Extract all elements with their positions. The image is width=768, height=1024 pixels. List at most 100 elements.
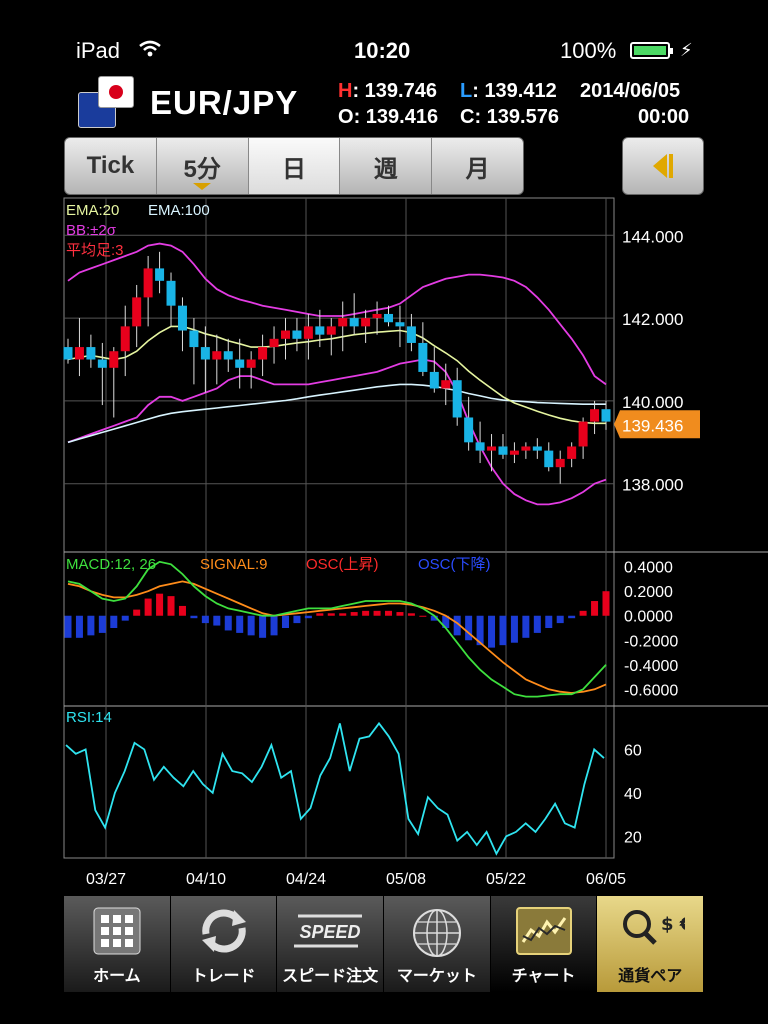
- candle-body: [189, 330, 199, 348]
- macd-osc-bar: [293, 615, 301, 624]
- candle-body: [521, 446, 531, 451]
- macd-osc-bar: [556, 615, 564, 624]
- candle-body: [406, 326, 416, 343]
- current-price-label: 139.436: [622, 416, 683, 435]
- macd-osc-bar: [533, 615, 541, 633]
- tab-day[interactable]: 日: [248, 138, 341, 194]
- candle-body: [338, 318, 348, 327]
- macd-osc-bar: [110, 615, 118, 628]
- candle-body: [132, 297, 142, 327]
- macd-osc-bar: [545, 615, 553, 628]
- macd-axis-label: -0.6000: [624, 682, 678, 699]
- candle-body: [143, 268, 153, 298]
- tab-5min[interactable]: 5分: [157, 138, 249, 194]
- panel-toggle-button[interactable]: [622, 137, 704, 195]
- candle-body: [349, 318, 359, 327]
- chart-area[interactable]: 144.000 142.000 140.000 138.000 139.436 EMA:2…: [0, 196, 768, 890]
- macd-osc-bar: [121, 615, 129, 621]
- tab-week[interactable]: 週: [340, 138, 433, 194]
- currency-icon: $ € ¥: [623, 910, 685, 945]
- macd-axis-label: -0.4000: [624, 658, 678, 675]
- date-axis-label: 03/27: [86, 871, 126, 888]
- home-grid-icon: [93, 907, 141, 955]
- globe-icon: [412, 909, 461, 957]
- tab-tick[interactable]: Tick: [65, 138, 157, 194]
- macd-osc-bar: [259, 615, 267, 638]
- candle-body: [280, 330, 290, 339]
- candle-body: [555, 458, 565, 468]
- battery-percent: 100%: [560, 38, 617, 63]
- currency-flag-icon: [78, 74, 134, 130]
- legend-heikin-ashi: 平均足:3: [66, 242, 124, 259]
- macd-osc-bar: [316, 613, 324, 616]
- date-axis-label: 05/22: [486, 871, 526, 888]
- candle-body: [487, 446, 497, 451]
- macd-osc-bar: [510, 615, 518, 643]
- candle-body: [315, 326, 325, 335]
- charging-icon: ⚡: [680, 40, 693, 60]
- macd-osc-bar: [350, 612, 358, 616]
- nav-trade[interactable]: トレード: [171, 896, 278, 992]
- candle-body: [86, 347, 96, 360]
- macd-osc-bar: [385, 610, 393, 616]
- candle-body: [223, 351, 233, 360]
- nav-home[interactable]: ホーム: [64, 896, 171, 992]
- macd-osc-bar: [167, 596, 175, 616]
- nav-currency-pair[interactable]: $ € ¥ 通貨ペア: [597, 896, 705, 992]
- svg-text:SPEED: SPEED: [300, 922, 361, 942]
- wifi-icon: [139, 40, 161, 57]
- macd-osc-bar: [465, 615, 473, 641]
- tab-month[interactable]: 月: [432, 138, 523, 194]
- legend-ema20: EMA:20: [66, 202, 119, 219]
- candle-body: [532, 446, 542, 451]
- macd-osc-bar: [64, 615, 72, 638]
- macd-osc-bar: [396, 612, 404, 616]
- nav-speed-order[interactable]: SPEED スピード注文: [277, 896, 385, 992]
- candle-body: [212, 351, 222, 360]
- candle-body: [177, 305, 187, 331]
- date-axis-label: 05/08: [386, 871, 426, 888]
- quote-high: H: 139.746: [338, 80, 437, 102]
- macd-osc-bar: [201, 615, 209, 624]
- legend-osc-up: OSC(上昇): [306, 556, 379, 573]
- ema100-line: [67, 383, 606, 444]
- bb-upper-line: [67, 242, 607, 386]
- macd-osc-bar: [190, 615, 198, 619]
- macd-osc-bar: [133, 609, 141, 616]
- bb-lower-line: [67, 358, 607, 506]
- trade-cycle-icon: [201, 909, 246, 953]
- candle-body: [567, 446, 577, 459]
- nav-chart[interactable]: チャート: [490, 896, 598, 992]
- macd-osc-bar: [270, 615, 278, 636]
- candle-body: [292, 330, 302, 339]
- candle-body: [590, 409, 600, 422]
- candle-body: [441, 380, 451, 389]
- date-axis-label: 06/05: [586, 871, 626, 888]
- clock: 10:20: [354, 38, 411, 63]
- candle-body: [200, 347, 210, 360]
- candle-body: [97, 359, 107, 368]
- candle-body: [109, 351, 119, 368]
- macd-osc-bar: [579, 610, 587, 616]
- candle-body: [578, 421, 588, 447]
- candle-body: [429, 371, 439, 389]
- nav-market[interactable]: マーケット: [384, 896, 491, 992]
- legend-osc-down: OSC(下降): [418, 556, 491, 573]
- candle-body: [509, 450, 519, 455]
- price-axis-label: 138.000: [622, 476, 683, 495]
- macd-osc-bar: [236, 615, 244, 633]
- candle-body: [269, 338, 279, 348]
- candle-body: [384, 313, 394, 323]
- macd-osc-bar: [522, 615, 530, 638]
- collapse-arrow-icon: [653, 154, 667, 178]
- rsi-axis-label: 60: [624, 742, 642, 759]
- quote-open: O: 139.416: [338, 106, 439, 128]
- speed-icon: SPEED: [294, 914, 363, 948]
- price-axis-label: 144.000: [622, 227, 683, 246]
- status-bar: iPad 10:20 100% ⚡: [0, 0, 768, 63]
- rsi-axis-label: 20: [624, 829, 642, 846]
- date-axis-label: 04/10: [186, 871, 226, 888]
- price-axis-label: 142.000: [622, 310, 683, 329]
- legend-bb: BB:±2σ: [66, 222, 117, 239]
- candle-body: [372, 313, 382, 319]
